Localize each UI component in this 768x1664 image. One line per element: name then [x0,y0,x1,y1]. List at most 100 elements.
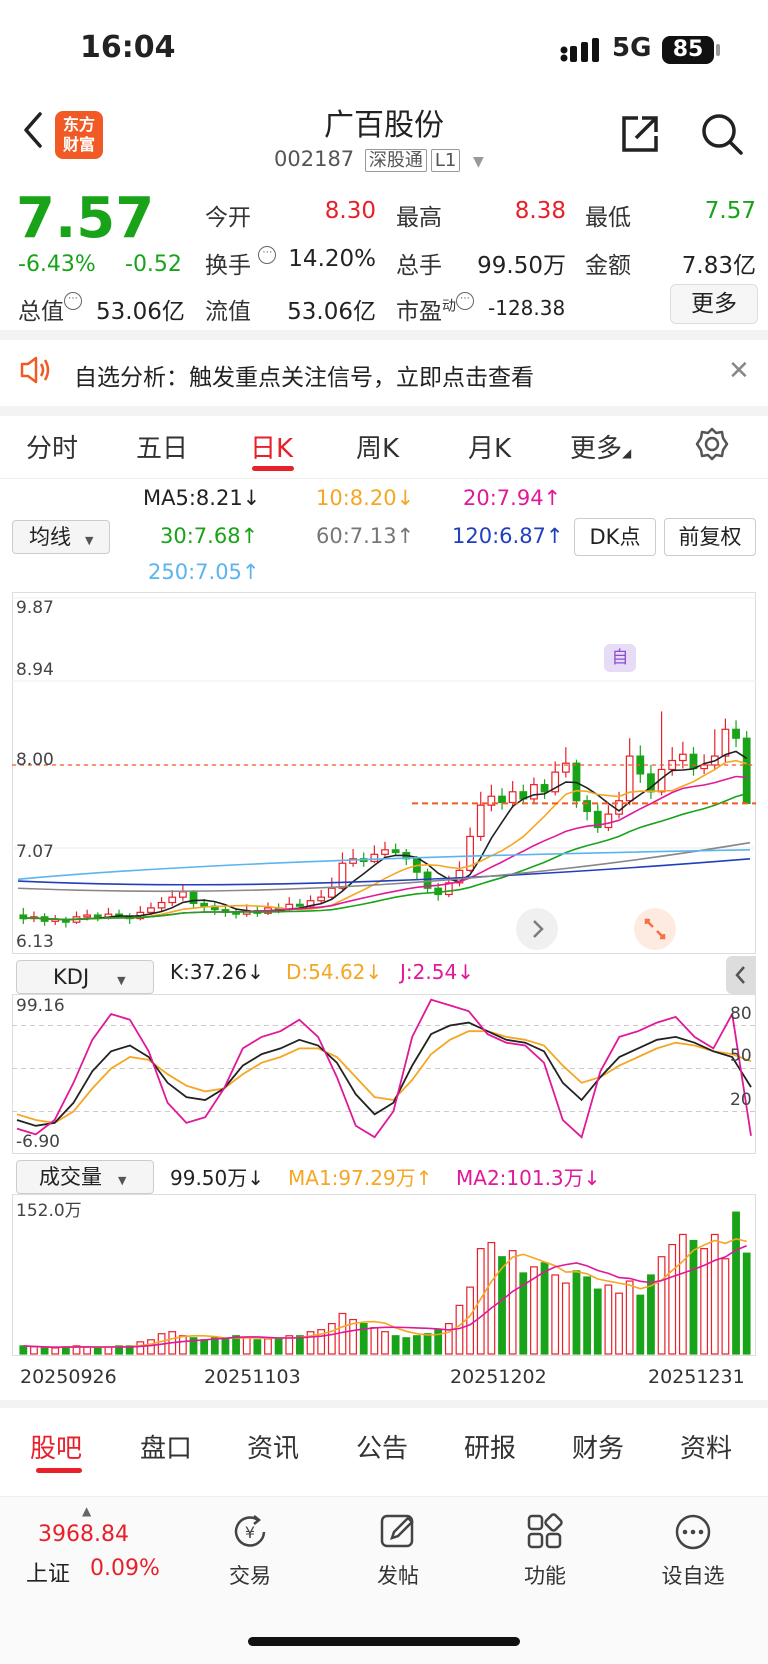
post-button[interactable]: 发帖 [353,1560,443,1590]
divider [0,330,768,340]
volume-label: 总手 [396,253,442,279]
volume-bar [508,1250,517,1355]
ma5-label: MA5:8.21↓ [143,486,261,510]
tab-monthly-k[interactable]: 月K [468,428,511,465]
adjust-button[interactable]: 前复权 [664,518,756,556]
tab-profile[interactable]: 资料 [680,1428,732,1465]
collapse-side-icon[interactable] [726,956,756,994]
candle-body [338,862,347,889]
volume-bar [721,1258,730,1355]
status-time: 16:04 [80,30,176,65]
ma-select[interactable]: 均线 ▼ [12,520,110,554]
volume-bar [593,1288,602,1355]
ma-line [23,750,748,921]
tab-research[interactable]: 研报 [464,1428,516,1465]
volume-bar [444,1323,453,1355]
volume-bar [61,1346,70,1355]
kline-chart[interactable] [12,592,756,954]
expand-icon[interactable] [634,908,676,950]
volume-bar [274,1337,283,1355]
volume-select[interactable]: 成交量 ▼ [16,1160,154,1194]
dk-point-button[interactable]: DK点 [574,518,656,556]
float-cap-value: 53.06亿 [287,299,376,325]
dropdown-icon: ▼ [473,154,484,170]
share-icon[interactable] [618,112,662,160]
candle-body [296,903,304,907]
candle-body [157,901,166,909]
index-name[interactable]: 上证 [26,1556,70,1588]
tab-intraday[interactable]: 分时 [26,428,78,465]
post-icon[interactable] [353,1512,443,1556]
pe-label[interactable]: 市盈动 ⋯ [396,292,474,326]
tab-guba[interactable]: 股吧 [30,1428,82,1465]
volume-bar [147,1339,155,1355]
kdj-select[interactable]: KDJ ▼ [16,960,154,994]
candle-body [178,891,187,898]
open-value: 8.30 [324,198,376,224]
tab-news[interactable]: 资讯 [247,1428,299,1465]
turnover-label[interactable]: 换手 ⋯ [205,246,277,280]
y-axis-label: 8.00 [16,750,54,770]
y-axis-label: 6.13 [16,932,54,952]
trade-button[interactable]: 交易 [205,1560,295,1590]
volume-bar [83,1346,92,1355]
index-value[interactable]: 3968.84 [38,1522,129,1547]
tab-daily-k[interactable]: 日K [250,428,293,465]
volume-bar [178,1335,187,1355]
volume-chart[interactable] [12,1194,756,1356]
info-icon: ⋯ [258,246,277,264]
volume-bar [93,1347,102,1355]
candle-body [530,784,538,800]
volume-bar [455,1304,464,1355]
candle-body [689,753,698,770]
analysis-banner-text[interactable]: 自选分析：触发重点关注信号，立即点击查看 [74,358,534,392]
y-axis-label: 8.94 [16,660,54,680]
svg-text:¥: ¥ [245,1523,255,1542]
volume-bar [668,1243,677,1355]
volume-bar [381,1331,389,1355]
gear-icon[interactable] [694,426,730,466]
market-cap-label[interactable]: 总值⋯ [18,292,82,326]
tab-announcements[interactable]: 公告 [356,1428,408,1465]
chevron-right-icon[interactable] [516,908,558,950]
ma-line [23,759,747,921]
volume-bar [391,1335,400,1355]
ma20-label: 20:7.94↑ [463,486,562,510]
volume-bar [604,1284,613,1355]
tab-order-book[interactable]: 盘口 [140,1428,192,1465]
ma-line [17,857,751,886]
stock-code-row[interactable]: 002187 深股通 L1 ▼ [274,146,484,172]
index-pct[interactable]: 0.09% [90,1556,160,1581]
tab-weekly-k[interactable]: 周K [356,428,399,465]
volume-bar [40,1347,49,1355]
tab-finance[interactable]: 财务 [572,1428,624,1465]
volume-bar [30,1346,38,1355]
market-cap-value: 53.06亿 [96,299,185,325]
tab-five-day[interactable]: 五日 [136,428,188,465]
candle-body [732,728,740,739]
candle-body [508,791,517,804]
info-icon: ⋯ [64,292,82,310]
self-marker[interactable]: 自 [604,644,636,672]
sgt-tag: 深股通 [364,149,427,172]
more-button[interactable]: 更多 [670,284,758,324]
volume-bar [327,1323,336,1355]
kdj-y-bottom: -6.90 [16,1132,60,1152]
candle-body [147,907,155,913]
volume-bar [732,1211,740,1355]
close-icon[interactable]: ✕ [728,356,750,386]
trade-icon[interactable]: ¥ [205,1512,295,1556]
date-label: 20250926 [20,1366,117,1388]
volume-bar [413,1335,421,1355]
more-dots-icon[interactable] [648,1512,738,1556]
volume-bar [136,1341,145,1355]
add-watchlist-button[interactable]: 设自选 [648,1560,738,1590]
function-icon[interactable] [500,1512,590,1556]
function-button[interactable]: 功能 [500,1560,590,1590]
candle-body [498,795,506,804]
search-icon[interactable] [700,112,744,160]
volume-bar [370,1327,379,1355]
date-label: 20251202 [450,1366,547,1388]
kdj-chart[interactable] [12,994,756,1154]
tab-more[interactable]: 更多◢ [570,428,631,465]
